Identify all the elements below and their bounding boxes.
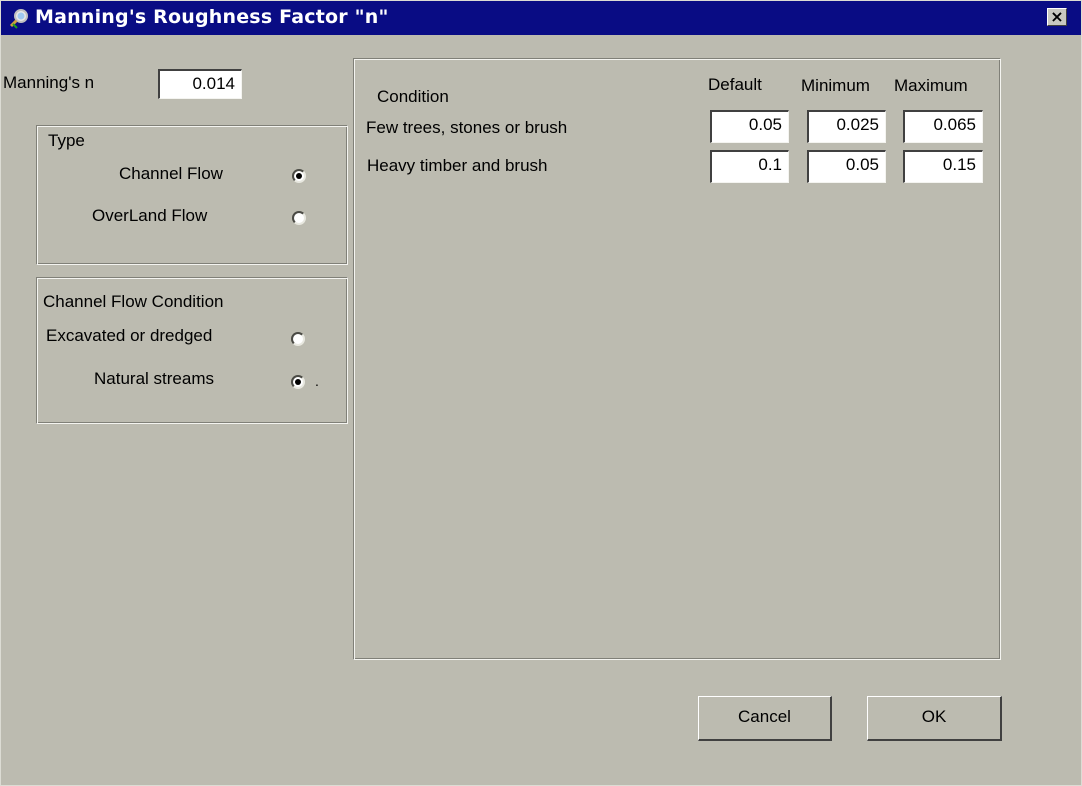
excavated-dredged-label: Excavated or dredged [46, 326, 213, 345]
condition-column-header: Condition [377, 87, 449, 106]
default-column-header: Default [708, 75, 762, 94]
channel-condition-title: Channel Flow Condition [43, 292, 224, 311]
few-trees-default-value: 0.05 [748, 115, 782, 134]
mannings-n-field[interactable]: 0.014 [158, 69, 242, 99]
channel-flow-label: Channel Flow [119, 164, 223, 183]
natural-streams-radio[interactable] [291, 375, 305, 389]
few-trees-minimum-field[interactable]: 0.025 [807, 110, 886, 143]
heavy-timber-minimum-value: 0.05 [845, 155, 879, 174]
mannings-n-value: 0.014 [192, 74, 235, 93]
mannings-n-label: Manning's n [3, 73, 95, 92]
heavy-timber-default-value: 0.1 [758, 155, 782, 174]
trailing-dot: . [315, 373, 319, 389]
ok-button[interactable]: OK [867, 696, 1002, 741]
heavy-timber-maximum-field[interactable]: 0.15 [903, 150, 983, 183]
natural-streams-label: Natural streams [94, 369, 214, 388]
few-trees-minimum-value: 0.025 [836, 115, 879, 134]
condition-table-panel [353, 58, 1001, 660]
channel-flow-radio[interactable] [292, 169, 306, 183]
row-label-few-trees: Few trees, stones or brush [366, 118, 568, 137]
heavy-timber-minimum-field[interactable]: 0.05 [807, 150, 886, 183]
close-button[interactable]: × [1047, 8, 1067, 26]
magnifier-icon [9, 9, 28, 29]
ok-button-label: OK [921, 707, 947, 726]
row-label-heavy-timber: Heavy timber and brush [367, 156, 548, 175]
minimum-column-header: Minimum [801, 76, 870, 95]
heavy-timber-maximum-value: 0.15 [942, 155, 976, 174]
close-icon: × [1050, 7, 1064, 26]
heavy-timber-default-field[interactable]: 0.1 [710, 150, 789, 183]
window-title: Manning's Roughness Factor "n" [35, 6, 389, 28]
few-trees-maximum-value: 0.065 [933, 115, 976, 134]
overland-flow-radio[interactable] [292, 211, 306, 225]
maximum-column-header: Maximum [894, 76, 968, 95]
few-trees-default-field[interactable]: 0.05 [710, 110, 789, 143]
title-bar: Manning's Roughness Factor "n" × [1, 1, 1081, 35]
cancel-button-label: Cancel [738, 707, 791, 726]
excavated-dredged-radio[interactable] [291, 332, 305, 346]
cancel-button[interactable]: Cancel [698, 696, 832, 741]
few-trees-maximum-field[interactable]: 0.065 [903, 110, 983, 143]
type-group-title: Type [48, 131, 85, 150]
overland-flow-label: OverLand Flow [92, 206, 208, 225]
dialog-window: Manning's Roughness Factor "n" × Manning… [0, 0, 1082, 786]
